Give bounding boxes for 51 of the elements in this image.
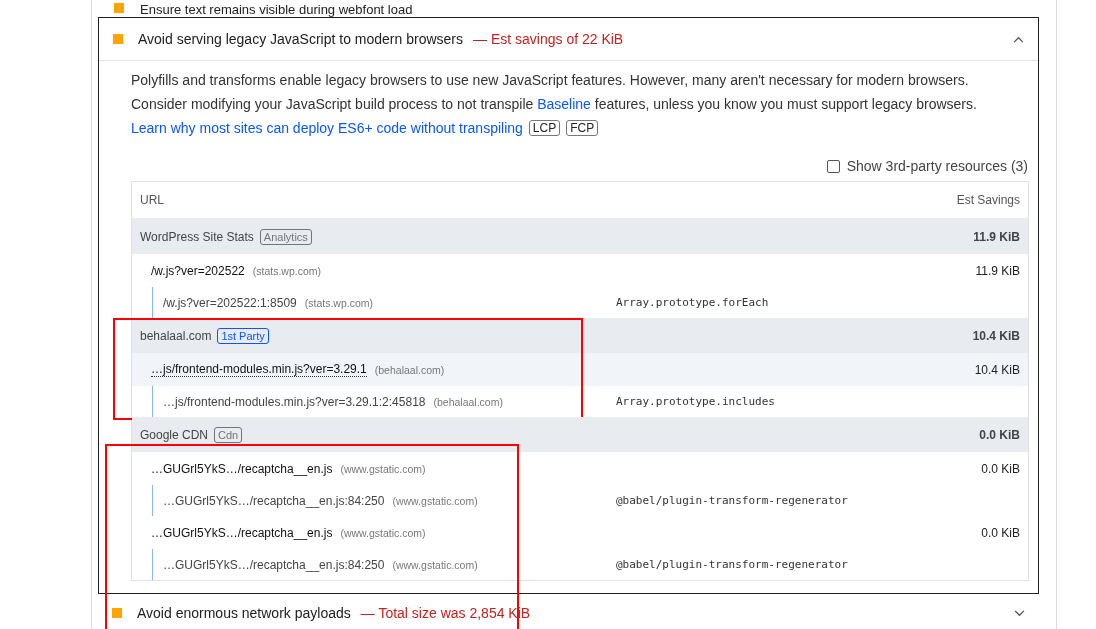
- source-location: …GUGrl5YkS…/recaptcha__en.js:84:250: [163, 557, 385, 572]
- source-location: …js/frontend-modules.min.js?ver=3.29.1:2:45818: [163, 394, 426, 409]
- audit-title[interactable]: Avoid serving legacy JavaScript to modern browsers: [138, 31, 463, 47]
- checkbox-label[interactable]: Show 3rd-party resources (3): [846, 158, 1028, 174]
- domain-text: (stats.wp.com): [252, 264, 321, 277]
- domain-text: (www.gstatic.com): [340, 526, 426, 539]
- domain-text: (behalaal.com): [374, 363, 445, 376]
- severity-marker-icon: [114, 3, 124, 13]
- domain-text: (www.gstatic.com): [340, 462, 426, 475]
- savings-cell-text: 0.0 KiB: [981, 525, 1021, 540]
- savings-cell-text: 0.0 KiB: [979, 427, 1021, 442]
- learn-more-link[interactable]: Learn why most sites can deploy ES6+ code without transpiling: [131, 116, 523, 140]
- polyfill-name: Array.prototype.includes: [616, 395, 776, 408]
- savings-cell-text: 11.9 KiB: [975, 263, 1021, 278]
- polyfill-name: @babel/plugin-transform-regenerator: [616, 558, 849, 571]
- savings-cell-text: 10.4 KiB: [972, 328, 1021, 343]
- severity-marker-icon: [113, 34, 123, 44]
- checkbox[interactable]: [826, 159, 840, 173]
- entity-name: behalaal.com: [140, 328, 212, 343]
- savings-cell-text: 0.0 KiB: [981, 461, 1021, 476]
- entity-tag: Cdn: [214, 426, 243, 443]
- savings-cell-text: 10.4 KiB: [974, 362, 1021, 377]
- metric-tag: FCP: [566, 120, 599, 136]
- chevron-icon[interactable]: [1014, 609, 1025, 617]
- resource-url[interactable]: …js/frontend-modules.min.js?ver=3.29.1: [151, 362, 367, 377]
- entity-name: WordPress Site Stats: [140, 229, 254, 244]
- severity-marker-icon: [112, 608, 122, 618]
- chevron-icon[interactable]: [1013, 35, 1024, 43]
- entity-tag: 1st Party: [217, 327, 269, 344]
- entity-tag: Analytics: [259, 228, 312, 245]
- audit-title[interactable]: Avoid enormous network payloads: [137, 605, 351, 621]
- domain-text: (www.gstatic.com): [392, 558, 478, 571]
- audit-title[interactable]: Ensure text remains visible during webfont load: [140, 2, 413, 17]
- domain-text: (behalaal.com): [433, 395, 503, 408]
- metric-tag: LCP: [528, 120, 561, 136]
- entity-name: Google CDN: [140, 427, 209, 442]
- domain-text: (stats.wp.com): [304, 296, 374, 309]
- source-location: …GUGrl5YkS…/recaptcha__en.js:84:250: [163, 493, 385, 508]
- source-location: /w.js?ver=202522:1:8509: [163, 295, 297, 310]
- savings-text: — Est savings of 22 KiB: [473, 31, 624, 47]
- resource-url[interactable]: …GUGrl5YkS…/recaptcha__en.js: [151, 525, 333, 540]
- resource-url[interactable]: /w.js?ver=202522: [151, 263, 245, 278]
- polyfill-name: Array.prototype.forEach: [616, 296, 770, 309]
- savings-cell-text: 11.9 KiB: [973, 229, 1021, 244]
- domain-text: (www.gstatic.com): [392, 494, 478, 507]
- resource-url[interactable]: …GUGrl5YkS…/recaptcha__en.js: [151, 461, 333, 476]
- baseline-link[interactable]: Baseline: [537, 96, 591, 112]
- audit-description: Polyfills and transforms enable legacy browsers to use new JavaScript features. However, many aren't necessary for modern browsers. Consider modifying your JavaScript build process to not transpile Baseline features, unless you know you must support legacy browsers.: [131, 71, 978, 114]
- column-header: URL: [139, 193, 165, 207]
- column-header: Est Savings: [956, 193, 1021, 207]
- polyfill-name: @babel/plugin-transform-regenerator: [616, 494, 849, 507]
